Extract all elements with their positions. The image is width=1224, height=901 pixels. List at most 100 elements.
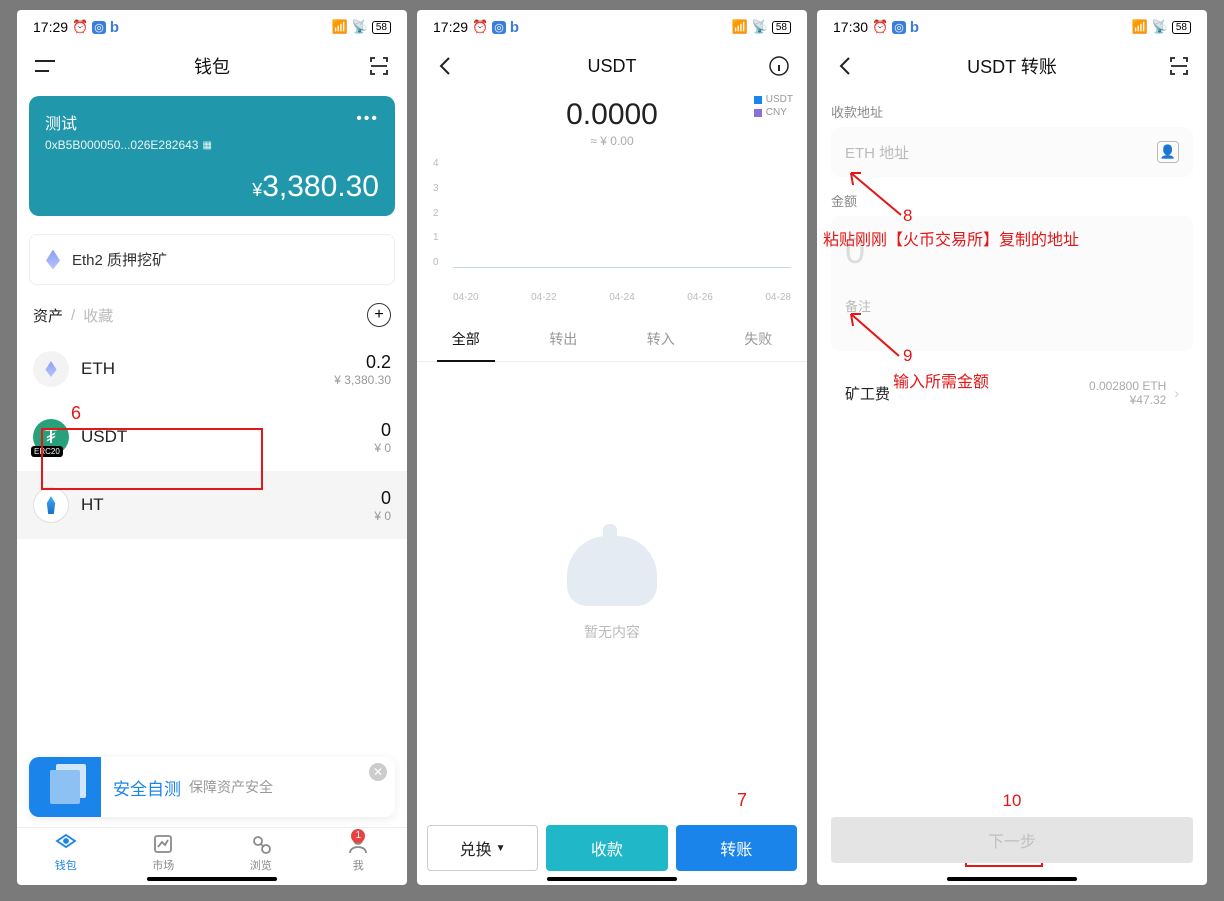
b-icon: b (110, 19, 119, 36)
send-button[interactable]: 转账 (676, 825, 797, 871)
status-time: 17:29 (33, 19, 68, 35)
receive-button[interactable]: 收款 (546, 825, 667, 871)
home-indicator (547, 877, 677, 881)
ht-token-icon (33, 487, 69, 523)
status-time: 17:30 (833, 19, 868, 35)
browse-tab-icon (250, 833, 272, 855)
b-icon: b (510, 19, 519, 36)
app-icon: ◎ (92, 21, 106, 34)
promo-subtitle: 保障资产安全 (189, 777, 273, 797)
phone-wallet: 17:29 ⏰ ◎ b 📶 📡 58 钱包 测试 ••• 0xB5B000050… (17, 10, 407, 885)
status-bar: 17:30 ⏰ ◎ b 📶 📡 58 (817, 10, 1207, 44)
alarm-icon: ⏰ (72, 19, 88, 35)
empty-text: 暂无内容 (584, 622, 640, 642)
eth-token-icon (33, 351, 69, 387)
battery-icon: 58 (1172, 21, 1191, 34)
balance-chart: 0.0000 ≈ ¥ 0.00 USDT CNY 4 3 2 1 0 04-20… (417, 88, 807, 307)
nav-bar: 钱包 (17, 44, 407, 88)
signal-icon: 📶 (732, 19, 748, 35)
tx-tabs: 全部 转出 转入 失败 (417, 317, 807, 362)
status-bar: 17:29 ⏰ ◎ b 📶 📡 58 (17, 10, 407, 44)
back-icon[interactable] (431, 56, 459, 76)
battery-icon: 58 (372, 21, 391, 34)
stake-row[interactable]: Eth2 质押挖矿 (29, 234, 395, 285)
alarm-icon: ⏰ (872, 19, 888, 35)
tab-market[interactable]: 市场 (152, 833, 174, 873)
amount-placeholder: 0 (845, 230, 1179, 272)
tx-tab-fail[interactable]: 失败 (710, 317, 808, 361)
scan-icon[interactable] (1165, 56, 1193, 76)
menu-icon[interactable] (31, 59, 59, 73)
label-address: 收款地址 (831, 102, 1193, 121)
market-tab-icon (152, 833, 174, 855)
fee-cny: ¥47.32 (1089, 393, 1166, 407)
wallet-name: 测试 (45, 110, 77, 134)
eth-icon (46, 250, 60, 270)
asset-item-eth[interactable]: ETH 0.2 ¥ 3,380.30 (17, 335, 407, 403)
promo-doc-icon (29, 757, 101, 817)
chevron-right-icon: › (1174, 385, 1179, 401)
tab-me[interactable]: 我 1 (347, 833, 369, 873)
alarm-icon: ⏰ (472, 19, 488, 35)
tab-assets[interactable]: 资产 (33, 305, 63, 326)
nav-bar: USDT (417, 44, 807, 88)
memo-placeholder: 备注 (845, 296, 1179, 315)
fee-label: 矿工费 (845, 383, 1089, 404)
notification-badge: 1 (351, 829, 365, 843)
exchange-button[interactable]: 兑换 ▼ (427, 825, 538, 871)
wallet-balance: ¥3,380.30 (45, 170, 379, 204)
battery-icon: 58 (772, 21, 791, 34)
scan-icon[interactable] (365, 56, 393, 76)
address-input[interactable]: ETH 地址 👤 (831, 127, 1193, 177)
fee-row[interactable]: 矿工费 0.002800 ETH ¥47.32 › (831, 363, 1193, 423)
wallet-address: 0xB5B000050...026E282643 (45, 138, 198, 152)
action-buttons: 兑换 ▼ 收款 转账 (417, 815, 807, 885)
add-asset-icon[interactable]: + (367, 303, 391, 327)
asset-item-usdt[interactable]: ₮ERC20 USDT 0 ¥ 0 (17, 403, 407, 471)
app-icon: ◎ (892, 21, 906, 34)
tab-wallet[interactable]: 钱包 (55, 833, 77, 873)
transfer-form: 收款地址 ETH 地址 👤 金额 0 备注 矿工费 0.002800 ETH ¥… (817, 88, 1207, 423)
fee-eth: 0.002800 ETH (1089, 379, 1166, 393)
label-amount: 金额 (831, 191, 1193, 210)
amount-input[interactable]: 0 备注 (831, 216, 1193, 351)
back-icon[interactable] (831, 56, 859, 76)
contacts-icon[interactable]: 👤 (1157, 141, 1179, 163)
asset-item-ht[interactable]: HT 0 ¥ 0 (17, 471, 407, 539)
status-time: 17:29 (433, 19, 468, 35)
wifi-icon: 📡 (752, 19, 768, 35)
signal-icon: 📶 (1132, 19, 1148, 35)
phone-transfer: 17:30 ⏰ ◎ b 📶 📡 58 USDT 转账 收款地址 ETH 地址 👤… (817, 10, 1207, 885)
wallet-card[interactable]: 测试 ••• 0xB5B000050...026E282643 ▦ ¥3,380… (29, 96, 395, 216)
empty-state: 暂无内容 (417, 362, 807, 815)
home-indicator (147, 877, 277, 881)
usdt-token-icon: ₮ERC20 (33, 419, 69, 455)
promo-title: 安全自测 (113, 775, 181, 800)
chart-legend: USDT CNY (754, 94, 793, 120)
page-title: USDT (459, 56, 765, 77)
qr-mini-icon[interactable]: ▦ (202, 140, 211, 151)
info-icon[interactable] (765, 56, 793, 76)
app-icon: ◎ (492, 21, 506, 34)
next-button[interactable]: 下一步 (831, 817, 1193, 863)
wifi-icon: 📡 (352, 19, 368, 35)
annotation-10-num: 10 (1003, 791, 1022, 811)
tx-tab-out[interactable]: 转出 (515, 317, 613, 361)
status-bar: 17:29 ⏰ ◎ b 📶 📡 58 (417, 10, 807, 44)
page-title: USDT 转账 (859, 53, 1165, 79)
mini-chart: 4 3 2 1 0 (433, 158, 791, 288)
promo-banner[interactable]: 安全自测 保障资产安全 ✕ (29, 757, 395, 817)
tab-favorites[interactable]: 收藏 (83, 305, 113, 326)
stake-label: Eth2 质押挖矿 (72, 249, 167, 270)
balance-amount: 0.0000 (433, 98, 791, 132)
tx-tab-in[interactable]: 转入 (612, 317, 710, 361)
wifi-icon: 📡 (1152, 19, 1168, 35)
close-icon[interactable]: ✕ (369, 763, 387, 781)
tx-tab-all[interactable]: 全部 (417, 317, 515, 361)
tab-browse[interactable]: 浏览 (250, 833, 272, 873)
caret-down-icon: ▼ (496, 843, 506, 854)
more-icon[interactable]: ••• (356, 110, 379, 134)
asset-tabs: 资产 / 收藏 + (17, 295, 407, 335)
signal-icon: 📶 (332, 19, 348, 35)
phone-usdt-detail: 17:29 ⏰ ◎ b 📶 📡 58 USDT 0.0000 ≈ ¥ 0.00 … (417, 10, 807, 885)
